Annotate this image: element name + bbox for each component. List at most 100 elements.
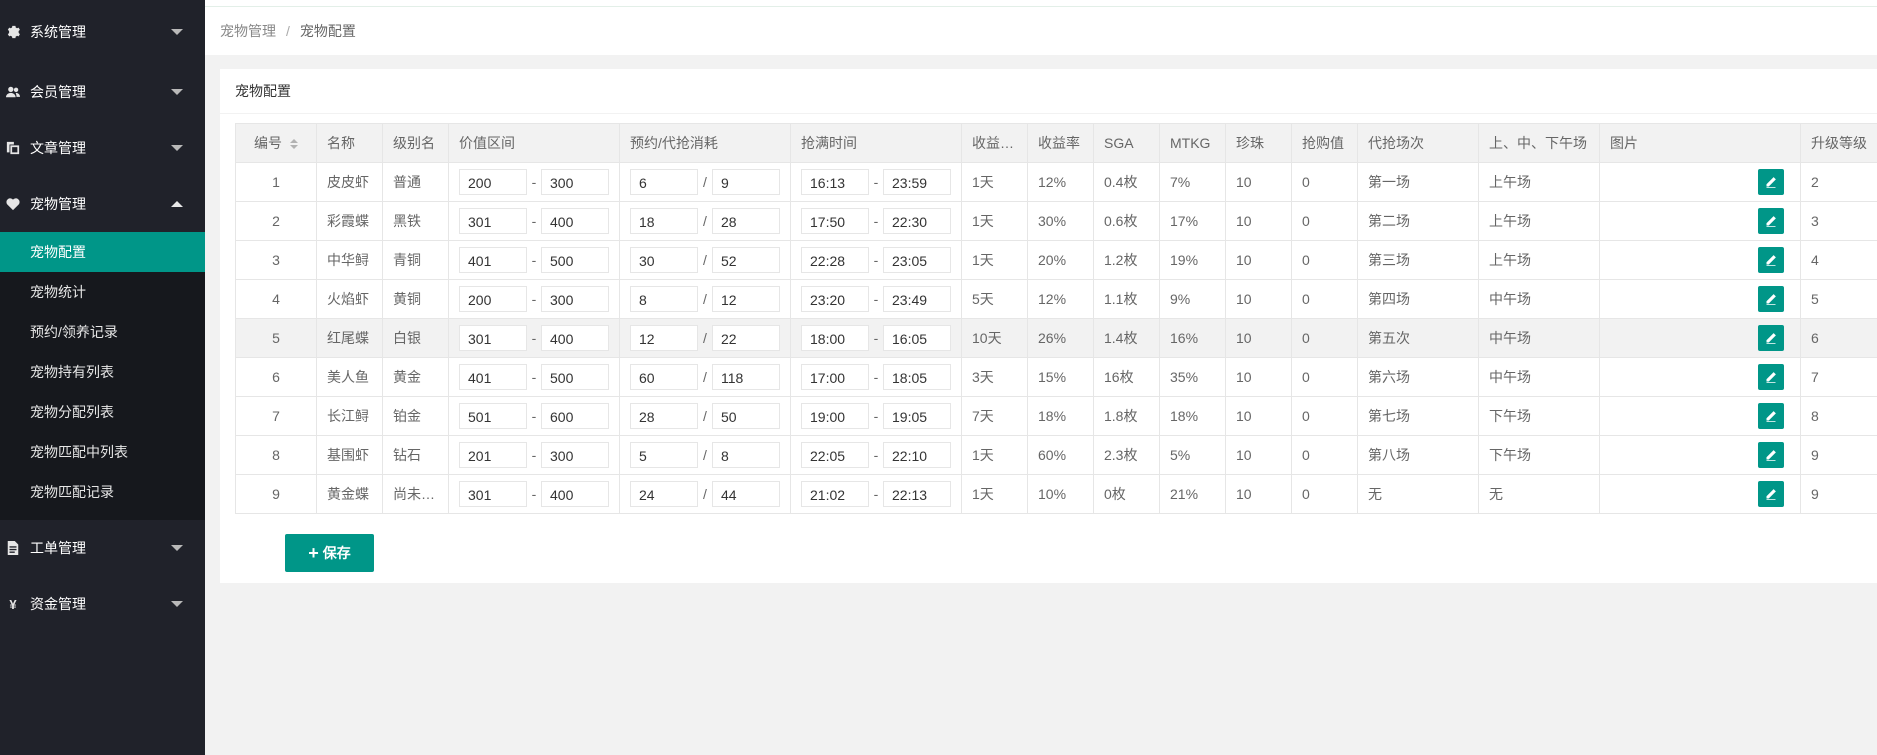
value-max-input[interactable]: 600 bbox=[541, 403, 609, 429]
value-min-input[interactable]: 401 bbox=[459, 364, 527, 390]
cell-days: 5天 bbox=[961, 279, 1028, 319]
value-min-input[interactable]: 201 bbox=[459, 442, 527, 468]
value-min-input[interactable]: 301 bbox=[459, 481, 527, 507]
reserve-cost-input[interactable]: 12 bbox=[630, 325, 698, 351]
submenu-allocation-list[interactable]: 宠物分配列表 bbox=[0, 392, 205, 432]
grab-cost-input[interactable]: 9 bbox=[712, 169, 780, 195]
cell-id: 2 bbox=[235, 201, 317, 241]
value-max-input[interactable]: 300 bbox=[541, 286, 609, 312]
value-max-input[interactable]: 400 bbox=[541, 481, 609, 507]
table-container: 编号 名称 级别名 价值区间 预约/代抢消耗 抢满时间 收益天数 收益率 SGA… bbox=[235, 123, 1877, 514]
end-time-input[interactable]: 18:05 bbox=[883, 364, 951, 390]
edit-image-button[interactable] bbox=[1758, 169, 1784, 195]
value-min-input[interactable]: 200 bbox=[459, 169, 527, 195]
menu-label: 会员管理 bbox=[30, 84, 86, 100]
sidebar: 系统管理 会员管理 文章管理 宠物管理 宠物配置 宠物统计 预约/领养记录 宠物… bbox=[0, 0, 205, 755]
edit-image-button[interactable] bbox=[1758, 325, 1784, 351]
reserve-cost-input[interactable]: 60 bbox=[630, 364, 698, 390]
cell-round: 第六场 bbox=[1357, 357, 1479, 397]
grab-cost-input[interactable]: 44 bbox=[712, 481, 780, 507]
submenu-match-records[interactable]: 宠物匹配记录 bbox=[0, 472, 205, 512]
grab-cost-input[interactable]: 12 bbox=[712, 286, 780, 312]
value-max-input[interactable]: 500 bbox=[541, 247, 609, 273]
end-time-input[interactable]: 22:30 bbox=[883, 208, 951, 234]
menu-articles[interactable]: 文章管理 bbox=[0, 120, 205, 176]
start-time-input[interactable]: 21:02 bbox=[801, 481, 869, 507]
end-time-input[interactable]: 22:13 bbox=[883, 481, 951, 507]
header-id[interactable]: 编号 bbox=[235, 123, 317, 163]
submenu-reservation-records[interactable]: 预约/领养记录 bbox=[0, 312, 205, 352]
start-time-input[interactable]: 23:20 bbox=[801, 286, 869, 312]
value-min-input[interactable]: 301 bbox=[459, 208, 527, 234]
start-time-input[interactable]: 19:00 bbox=[801, 403, 869, 429]
edit-image-button[interactable] bbox=[1758, 403, 1784, 429]
breadcrumb-parent[interactable]: 宠物管理 bbox=[220, 21, 276, 41]
menu-pets[interactable]: 宠物管理 bbox=[0, 176, 205, 232]
cell-upgrade: 7 bbox=[1800, 357, 1877, 397]
cell-days: 1天 bbox=[961, 435, 1028, 475]
value-min-input[interactable]: 301 bbox=[459, 325, 527, 351]
start-time-input[interactable]: 17:50 bbox=[801, 208, 869, 234]
reserve-cost-input[interactable]: 30 bbox=[630, 247, 698, 273]
reserve-cost-input[interactable]: 5 bbox=[630, 442, 698, 468]
edit-image-button[interactable] bbox=[1758, 208, 1784, 234]
end-time-input[interactable]: 23:59 bbox=[883, 169, 951, 195]
breadcrumb-current: 宠物配置 bbox=[299, 23, 356, 39]
edit-image-button[interactable] bbox=[1758, 286, 1784, 312]
start-time-input[interactable]: 22:28 bbox=[801, 247, 869, 273]
value-max-input[interactable]: 300 bbox=[541, 442, 609, 468]
start-time-input[interactable]: 18:00 bbox=[801, 325, 869, 351]
grab-cost-input[interactable]: 28 bbox=[712, 208, 780, 234]
value-max-input[interactable]: 300 bbox=[541, 169, 609, 195]
top-bar bbox=[205, 0, 1877, 7]
cell-image bbox=[1599, 240, 1801, 280]
start-time-input[interactable]: 22:05 bbox=[801, 442, 869, 468]
edit-image-button[interactable] bbox=[1758, 247, 1784, 273]
cell-days: 1天 bbox=[961, 240, 1028, 280]
cost-separator: / bbox=[703, 447, 707, 463]
submenu-pet-stats[interactable]: 宠物统计 bbox=[0, 272, 205, 312]
menu-system[interactable]: 系统管理 bbox=[0, 0, 205, 64]
start-time-input[interactable]: 17:00 bbox=[801, 364, 869, 390]
reserve-cost-input[interactable]: 28 bbox=[630, 403, 698, 429]
start-time-input[interactable]: 16:13 bbox=[801, 169, 869, 195]
cell-rate: 12% bbox=[1027, 279, 1094, 319]
cell-level: 铂金 bbox=[382, 396, 449, 436]
submenu-pet-config[interactable]: 宠物配置 bbox=[0, 232, 205, 272]
end-time-input[interactable]: 16:05 bbox=[883, 325, 951, 351]
sort-icon[interactable] bbox=[290, 139, 298, 150]
value-min-input[interactable]: 200 bbox=[459, 286, 527, 312]
end-time-input[interactable]: 22:10 bbox=[883, 442, 951, 468]
save-button[interactable]: + 保存 bbox=[285, 534, 374, 572]
menu-members[interactable]: 会员管理 bbox=[0, 64, 205, 120]
menu-tickets[interactable]: 工单管理 bbox=[0, 520, 205, 576]
grab-cost-input[interactable]: 52 bbox=[712, 247, 780, 273]
submenu-matching-list[interactable]: 宠物匹配中列表 bbox=[0, 432, 205, 472]
cell-buy-value: 0 bbox=[1291, 435, 1358, 475]
menu-finance[interactable]: ¥ 资金管理 bbox=[0, 576, 205, 632]
cell-buy-value: 0 bbox=[1291, 279, 1358, 319]
edit-image-button[interactable] bbox=[1758, 442, 1784, 468]
value-max-input[interactable]: 400 bbox=[541, 208, 609, 234]
grab-cost-input[interactable]: 8 bbox=[712, 442, 780, 468]
reserve-cost-input[interactable]: 6 bbox=[630, 169, 698, 195]
value-min-input[interactable]: 401 bbox=[459, 247, 527, 273]
edit-image-button[interactable] bbox=[1758, 481, 1784, 507]
end-time-input[interactable]: 23:05 bbox=[883, 247, 951, 273]
reserve-cost-input[interactable]: 24 bbox=[630, 481, 698, 507]
cell-id: 5 bbox=[235, 318, 317, 358]
reserve-cost-input[interactable]: 18 bbox=[630, 208, 698, 234]
cell-mtkg: 17% bbox=[1159, 201, 1226, 241]
edit-image-button[interactable] bbox=[1758, 364, 1784, 390]
reserve-cost-input[interactable]: 8 bbox=[630, 286, 698, 312]
value-max-input[interactable]: 500 bbox=[541, 364, 609, 390]
menu-label: 资金管理 bbox=[30, 596, 86, 612]
end-time-input[interactable]: 23:49 bbox=[883, 286, 951, 312]
grab-cost-input[interactable]: 50 bbox=[712, 403, 780, 429]
end-time-input[interactable]: 19:05 bbox=[883, 403, 951, 429]
grab-cost-input[interactable]: 22 bbox=[712, 325, 780, 351]
submenu-holding-list[interactable]: 宠物持有列表 bbox=[0, 352, 205, 392]
value-max-input[interactable]: 400 bbox=[541, 325, 609, 351]
value-min-input[interactable]: 501 bbox=[459, 403, 527, 429]
grab-cost-input[interactable]: 118 bbox=[712, 364, 780, 390]
